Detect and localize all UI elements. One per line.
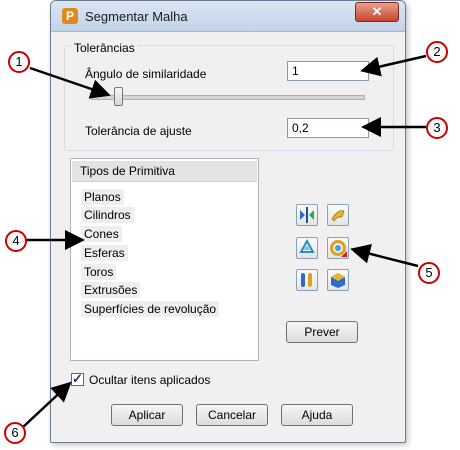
callout-6-arrow [21, 381, 72, 429]
callout-2-arrow [360, 54, 427, 77]
callout-1: 1 [8, 51, 30, 73]
annotation-arrows [21, 54, 427, 429]
callout-6: 6 [4, 422, 26, 444]
callout-4: 4 [5, 230, 27, 252]
callout-5-arrow [350, 243, 419, 268]
callout-1-arrow [29, 66, 111, 99]
callout-5: 5 [418, 262, 440, 284]
callout-2: 2 [426, 41, 448, 63]
callout-3: 3 [426, 117, 448, 139]
